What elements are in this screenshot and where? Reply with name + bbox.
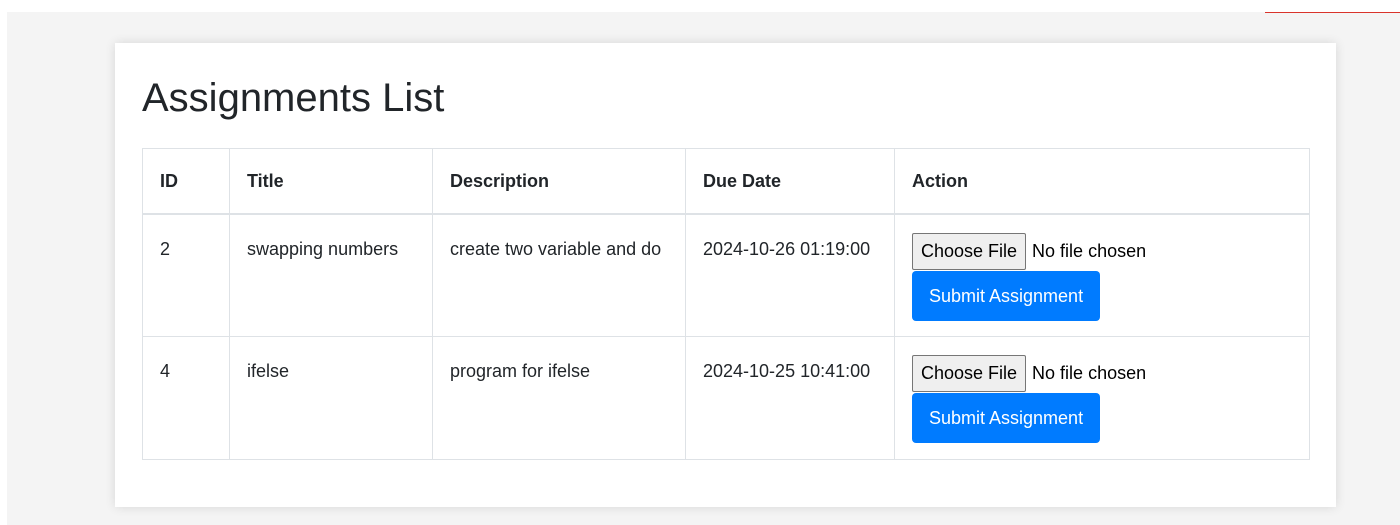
- page-title: Assignments List: [142, 76, 445, 120]
- cell-id: 4: [142, 335, 230, 460]
- top-bar: [0, 0, 1400, 12]
- file-input[interactable]: Choose File No file chosen: [912, 233, 1292, 270]
- left-edge: [0, 12, 7, 525]
- accent-line: [1265, 12, 1400, 13]
- header-action: Action: [894, 148, 1310, 215]
- file-status: No file chosen: [1032, 362, 1147, 383]
- cell-action: Choose File No file chosen Submit Assign…: [894, 335, 1310, 460]
- table-header-row: ID Title Description Due Date Action: [142, 148, 1310, 215]
- header-id: ID: [142, 148, 230, 215]
- cell-description: create two variable and do: [432, 213, 686, 337]
- cell-description: program for ifelse: [432, 335, 686, 460]
- assignments-table: ID Title Description Due Date Action 2 s…: [142, 148, 1310, 460]
- choose-file-button[interactable]: Choose File: [912, 354, 1027, 392]
- header-description: Description: [432, 148, 686, 215]
- cell-due-date: 2024-10-26 01:19:00: [685, 213, 895, 337]
- cell-title: ifelse: [229, 335, 433, 460]
- cell-id: 2: [142, 213, 230, 337]
- file-input[interactable]: Choose File No file chosen: [912, 354, 1292, 392]
- cell-action: Choose File No file chosen Submit Assign…: [894, 213, 1310, 337]
- header-title: Title: [229, 148, 433, 215]
- assignments-card: Assignments List ID Title Description Du…: [115, 43, 1336, 507]
- table-row: 2 swapping numbers create two variable a…: [142, 213, 1310, 337]
- table-row: 4 ifelse program for ifelse 2024-10-25 1…: [142, 335, 1310, 460]
- file-status: No file chosen: [1032, 241, 1147, 261]
- submit-assignment-button[interactable]: Submit Assignment: [912, 271, 1101, 321]
- cell-due-date: 2024-10-25 10:41:00: [685, 335, 895, 460]
- submit-assignment-button[interactable]: Submit Assignment: [912, 392, 1101, 443]
- choose-file-button[interactable]: Choose File: [912, 233, 1027, 270]
- cell-title: swapping numbers: [229, 213, 433, 337]
- header-due-date: Due Date: [685, 148, 895, 215]
